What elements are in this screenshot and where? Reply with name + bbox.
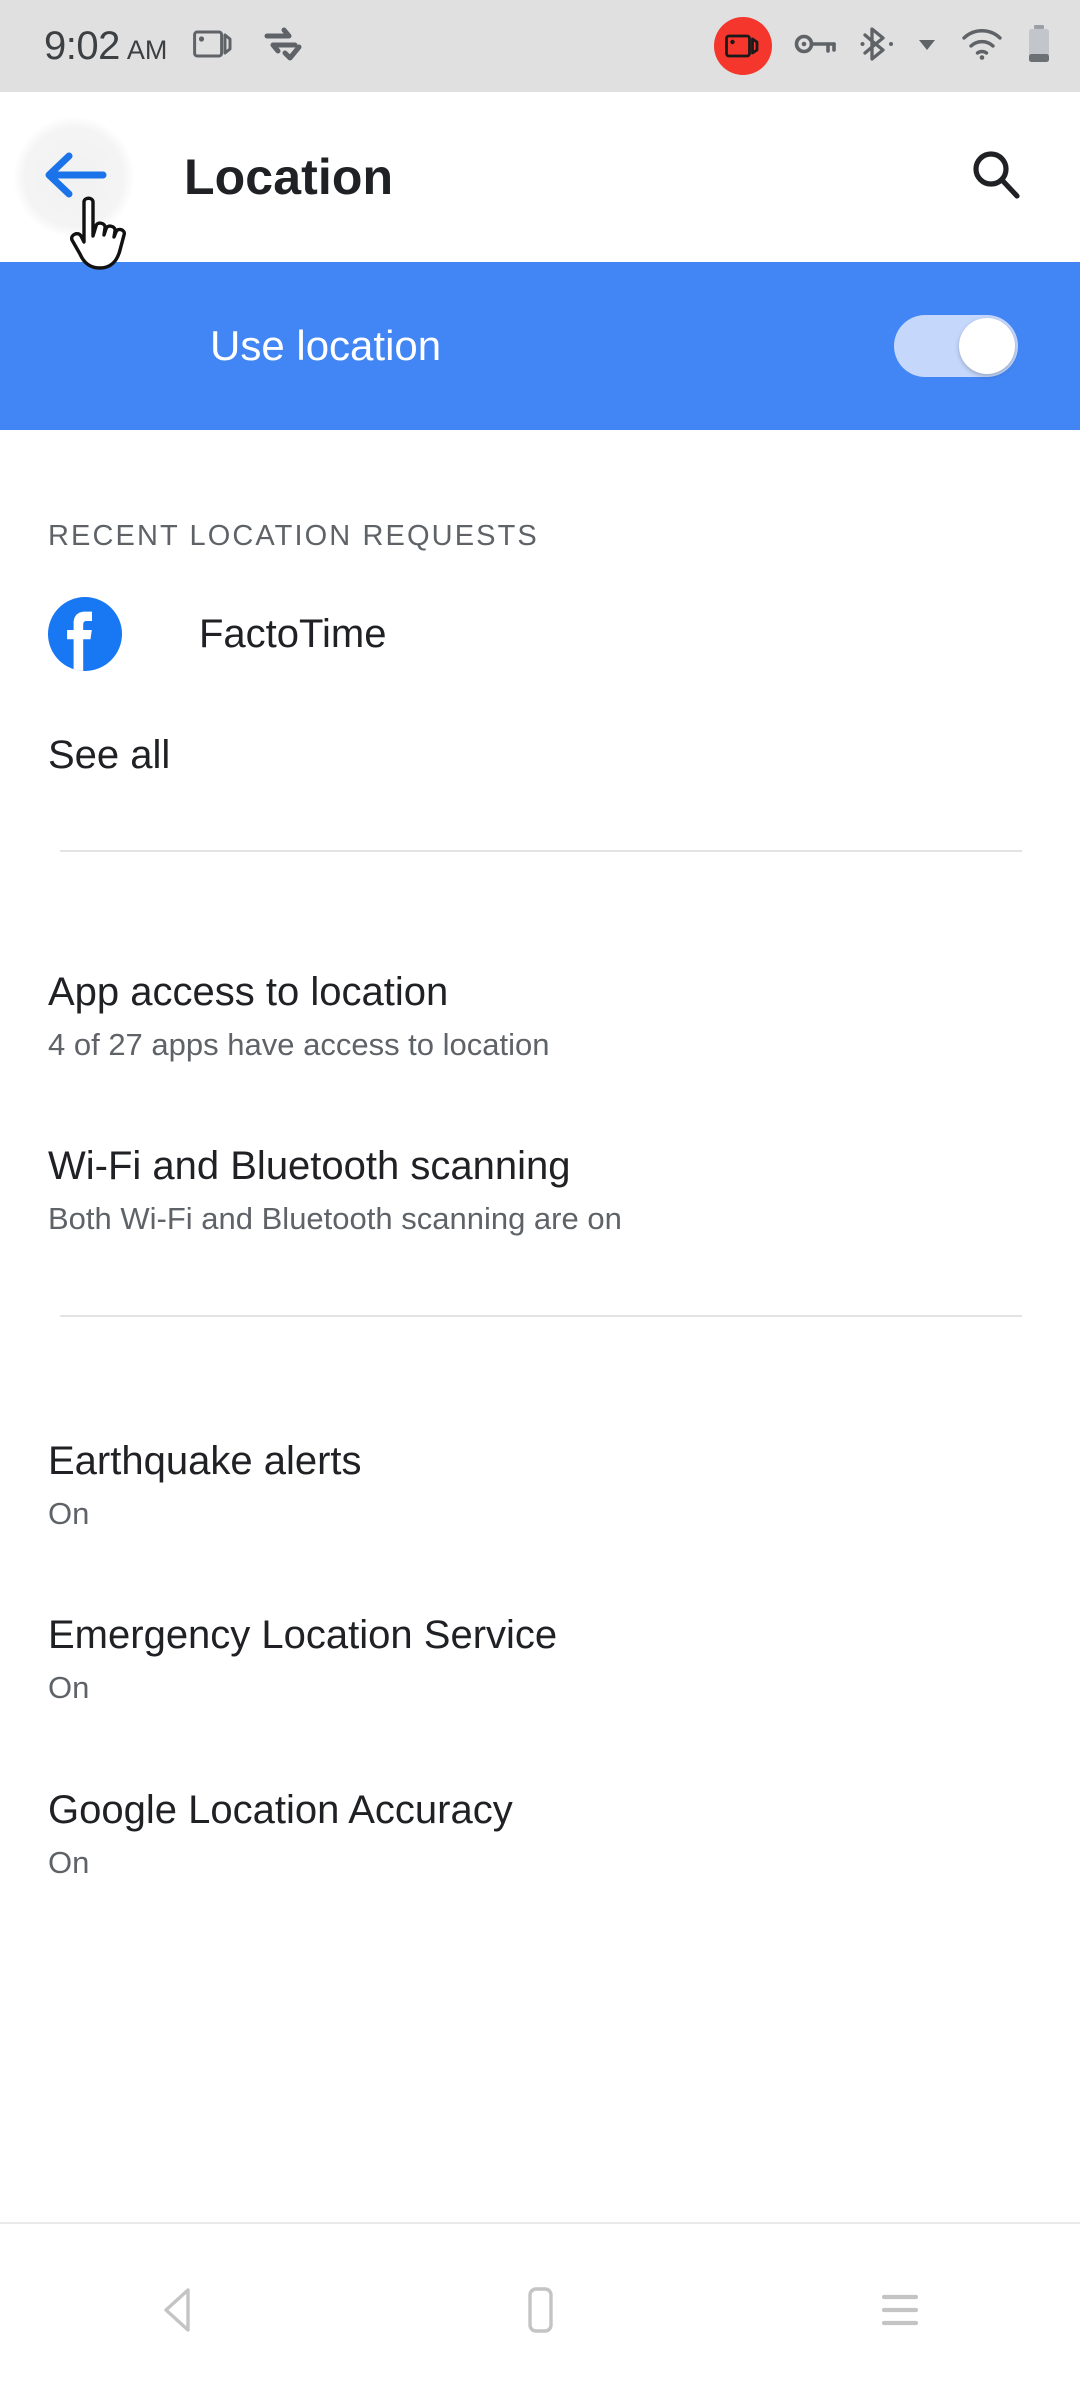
battery-icon [1026,24,1052,69]
data-saver-icon [261,26,307,67]
pref-subtitle: On [48,1844,90,1880]
status-bar-left: 9:02 AM [44,26,714,67]
screen-record-active-icon [714,17,772,75]
pref-title: App access to location [48,970,449,1014]
pref-title: Emergency Location Service [48,1613,558,1658]
pref-wifi-bluetooth-scanning[interactable]: Wi-Fi and Bluetooth scanning Both Wi-Fi … [0,1062,1080,1236]
status-bar: 9:02 AM [0,0,1080,92]
nav-back-icon [154,2282,206,2343]
pref-subtitle: Both Wi-Fi and Bluetooth scanning are on [48,1201,622,1237]
phone-screen: 9:02 AM Location Use location RECENT LOC… [0,0,1080,2400]
use-location-toggle[interactable] [894,315,1018,377]
pref-google-location-accuracy[interactable]: Google Location Accuracy On [0,1706,1080,1880]
see-all-link[interactable]: See all [0,671,1080,778]
pref-subtitle: 4 of 27 apps have access to location [48,1026,550,1062]
back-button[interactable] [14,117,134,237]
pref-title: Wi-Fi and Bluetooth scanning [48,1144,571,1189]
settings-content: RECENT LOCATION REQUESTS FactoTime See a… [0,430,1080,1880]
signal-caret-icon [916,35,938,58]
pref-subtitle: On [48,1495,90,1531]
recent-app-row[interactable]: FactoTime [0,553,1080,671]
page-title: Location [184,149,394,205]
wifi-icon [960,27,1004,66]
nav-home-button[interactable] [465,2237,615,2387]
pref-emergency-location-service[interactable]: Emergency Location Service On [0,1531,1080,1705]
nav-recents-button[interactable] [825,2237,975,2387]
nav-back-button[interactable] [105,2237,255,2387]
arrow-back-icon [41,146,107,209]
use-location-banner[interactable]: Use location [0,262,1080,430]
pref-app-access-to-location[interactable]: App access to location 4 of 27 apps have… [0,852,1080,1062]
facebook-f-icon [48,597,122,671]
nav-recents-icon [875,2285,925,2340]
navigation-bar [0,2222,1080,2400]
recent-app-name: FactoTime [199,611,387,656]
pref-title: Earthquake alerts [48,1438,362,1483]
pref-title: Google Location Accuracy [48,1787,513,1832]
status-bar-right [714,17,1052,75]
status-bar-clock: 9:02 AM [44,26,167,66]
pref-subtitle: On [48,1670,90,1706]
use-location-label: Use location [210,322,442,369]
toggle-thumb [959,318,1015,374]
screen-record-icon [193,27,235,66]
vpn-key-icon [794,30,838,63]
app-bar: Location [0,92,1080,262]
clock-time: 9:02 [44,24,120,68]
nav-home-icon [517,2282,563,2343]
clock-ampm: AM [126,35,168,65]
search-icon [967,146,1025,209]
search-button[interactable] [948,129,1044,225]
recent-requests-header: RECENT LOCATION REQUESTS [48,520,539,552]
bluetooth-icon [860,25,894,68]
pref-earthquake-alerts[interactable]: Earthquake alerts On [0,1317,1080,1531]
